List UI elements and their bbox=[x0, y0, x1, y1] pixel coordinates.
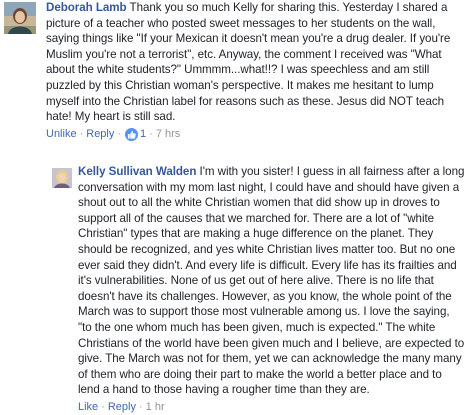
like-count[interactable]: 1 bbox=[140, 127, 146, 142]
reply-link[interactable]: Reply bbox=[86, 127, 114, 142]
reply-link[interactable]: Reply bbox=[108, 400, 136, 415]
separator: · bbox=[149, 127, 153, 140]
comment-author[interactable]: Deborah Lamb bbox=[46, 1, 127, 14]
comment-actions: Unlike · Reply · 1 · 7 hrs bbox=[46, 127, 464, 142]
comment-text: Deborah Lamb Thank you so much Kelly for… bbox=[46, 0, 464, 125]
comment-actions: Like · Reply · 1 hr bbox=[78, 400, 466, 415]
like-icon[interactable] bbox=[125, 127, 139, 141]
like-link[interactable]: Like bbox=[78, 400, 98, 415]
comment-timestamp[interactable]: 1 hr bbox=[146, 400, 165, 415]
unlike-link[interactable]: Unlike bbox=[46, 127, 77, 142]
separator: · bbox=[138, 400, 143, 413]
separator: · bbox=[117, 127, 122, 140]
comment-timestamp[interactable]: 7 hrs bbox=[156, 127, 180, 142]
comment-body: I'm with you sister! I guess in all fair… bbox=[78, 165, 465, 397]
separator: · bbox=[101, 400, 105, 413]
comment-body: Thank you so much Kelly for sharing this… bbox=[46, 1, 451, 124]
avatar-deborah-lamb[interactable] bbox=[4, 2, 36, 34]
comment-author[interactable]: Kelly Sullivan Walden bbox=[78, 165, 196, 178]
separator: · bbox=[79, 127, 84, 140]
avatar-kelly-sullivan-walden[interactable] bbox=[52, 168, 72, 188]
comment-text: Kelly Sullivan Walden I'm with you siste… bbox=[78, 164, 466, 398]
